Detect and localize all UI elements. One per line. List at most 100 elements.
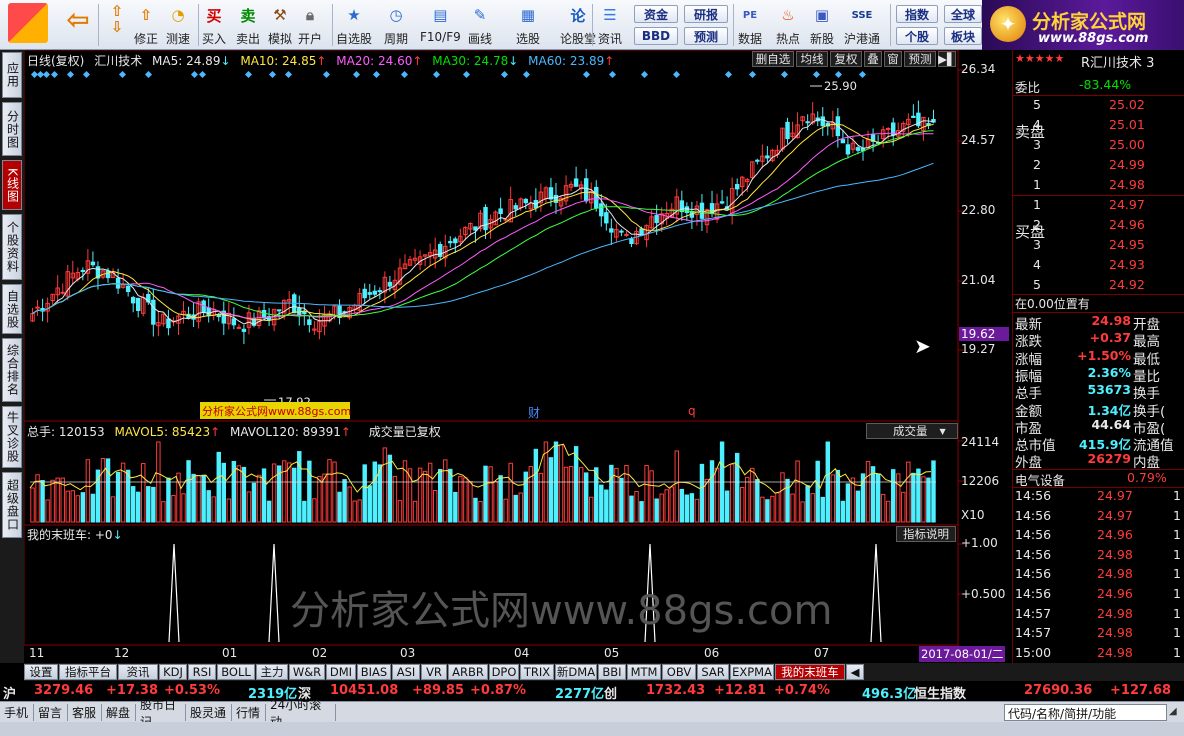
sell-level-row[interactable]: 5 25.02 [1013, 96, 1184, 115]
status-item[interactable]: 手机 [2, 704, 34, 721]
back-button[interactable]: ⇦ [62, 3, 94, 48]
indicator-tab[interactable]: SAR [697, 664, 729, 680]
volume-bar [835, 469, 841, 523]
bbd-button[interactable]: BBD [634, 27, 678, 45]
fund-button[interactable]: 资金 [634, 5, 678, 23]
indicator-tab[interactable]: BOLL [217, 664, 255, 680]
index-button[interactable]: 指数 [896, 5, 938, 23]
indicator-tab[interactable]: MTM [627, 664, 661, 680]
forecast-button[interactable]: 预测 [684, 27, 728, 45]
buy-level-row[interactable]: 1 24.97 [1013, 196, 1184, 215]
tab-orderbook[interactable]: 超级盘口 [2, 472, 22, 538]
toolbar-sell-button[interactable]: 卖卖出 [236, 3, 260, 48]
toolbar-pe-button[interactable]: PE 数据 [738, 3, 762, 48]
ma-button[interactable]: 均线 [796, 51, 828, 67]
indicator-tab[interactable]: RSI [188, 664, 216, 680]
indicator-tab[interactable]: 指标平台 [59, 664, 117, 680]
toolbar-lock-button[interactable]: 🔒︎ 开户 [298, 3, 322, 48]
toolbar-star-button[interactable]: ★ 自选股 [336, 3, 372, 48]
volume-bar [740, 487, 745, 523]
indicator-help-button[interactable]: 指标说明 [896, 526, 956, 542]
tab-scroll-left-icon[interactable]: ◀ [846, 664, 864, 680]
toolbar-buy-button[interactable]: 买买入 [202, 3, 226, 48]
indicator-tab[interactable]: 设置 [24, 664, 58, 680]
toolbar-clock-button[interactable]: ◷ 周期 [384, 3, 408, 48]
sh-index[interactable]: 3279.46 [34, 683, 93, 698]
indicator-tab[interactable]: BIAS [357, 664, 391, 680]
toolbar-news-button[interactable]: ☰ 资讯 [598, 3, 622, 48]
status-item[interactable]: 股市日记 [138, 698, 186, 729]
status-item[interactable]: 客服 [70, 704, 102, 721]
tab-apps[interactable]: 应用 [2, 52, 22, 98]
remove-watchlist-button[interactable]: 删自选 [752, 51, 794, 67]
event-marker-icon [118, 70, 127, 79]
toolbar-pencil-button[interactable]: ✎ 画线 [468, 3, 492, 48]
app-logo-button[interactable] [8, 3, 48, 48]
back-arrow-icon: ⇦ [66, 2, 90, 36]
sector-change: 0.79% [1127, 470, 1167, 485]
price-axis-label: 22.80 [961, 203, 996, 217]
tab-watchlist[interactable]: 自选股 [2, 284, 22, 334]
cy-index[interactable]: 1732.43 [646, 683, 705, 698]
status-item[interactable]: 行情 [234, 704, 266, 721]
code-search-input[interactable]: 代码/名称/简拼/功能 [1004, 704, 1167, 721]
indicator-tab[interactable]: DPO [489, 664, 519, 680]
volume-bar [146, 486, 151, 523]
toolbar-f10-button[interactable]: ▤ F10/F9 [420, 3, 461, 48]
tab-kline[interactable]: K线图 [2, 160, 22, 210]
status-item[interactable]: 股灵通 [188, 704, 232, 721]
kline-chart-area[interactable]: 日线(复权) 汇川技术 MA5: 24.89↓ MA10: 24.85↑ MA2… [24, 50, 1012, 663]
status-item[interactable]: 留言 [36, 704, 68, 721]
overlay-button[interactable]: 叠 [864, 51, 882, 67]
indicator-tab[interactable]: 我的末班车 [775, 664, 845, 680]
toolbar-forum-button[interactable]: 论论股堂 [560, 3, 596, 48]
indicator-tab[interactable]: BBI [598, 664, 626, 680]
volume-bar [931, 460, 936, 523]
hs-index[interactable]: 27690.36 [1024, 683, 1092, 698]
indicator-tab[interactable]: ASI [392, 664, 420, 680]
window-button[interactable]: 窗 [884, 51, 902, 67]
status-item[interactable]: 24小时滚动 [268, 698, 336, 729]
adjust-button[interactable]: 复权 [830, 51, 862, 67]
buy-level-row[interactable]: 5 24.92 [1013, 276, 1184, 295]
scroll-up-button[interactable]: ⇧ ⇩ [104, 2, 130, 48]
collapse-panel-button[interactable]: ▶▌ [938, 51, 956, 67]
indicator-tab[interactable]: TRIX [520, 664, 554, 680]
candle-body [629, 238, 634, 244]
tab-intraday[interactable]: 分时图 [2, 102, 22, 156]
indicator-tab[interactable]: EXPMA [730, 664, 774, 680]
sell-level-row[interactable]: 1 24.98 [1013, 176, 1184, 195]
indicator-tab[interactable]: W&R [289, 664, 325, 680]
stock-button[interactable]: 个股 [896, 27, 938, 45]
toolbar-arrow-up-button[interactable]: ⇧ 修正 [134, 3, 158, 48]
toolbar-sse-hke-button[interactable]: SSE 沪港通 [844, 3, 880, 48]
sector-button[interactable]: 板块 [944, 27, 982, 45]
toolbar-new-stock-button[interactable]: ▣ 新股 [810, 3, 834, 48]
research-button[interactable]: 研报 [684, 5, 728, 23]
status-item[interactable]: 解盘 [104, 704, 136, 721]
toolbar-hammer-button[interactable]: ⚒ 模拟 [268, 3, 292, 48]
tab-ranking[interactable]: 综合排名 [2, 338, 22, 402]
sz-index[interactable]: 10451.08 [330, 683, 398, 698]
sell-level-row[interactable]: 2 24.99 [1013, 156, 1184, 175]
volume-selector[interactable]: 成交量 ▼ [866, 423, 958, 439]
toolbar-screener-button[interactable]: ▦ 选股 [516, 3, 540, 48]
volume-bar [110, 496, 116, 523]
indicator-tab[interactable]: 主力 [256, 664, 288, 680]
scroll-right-icon[interactable]: ◢ [1169, 706, 1177, 717]
forecast-chip-button[interactable]: 预测 [904, 51, 936, 67]
volume-bar [780, 472, 785, 523]
indicator-tab[interactable]: VR [421, 664, 447, 680]
indicator-tab[interactable]: ARBR [448, 664, 488, 680]
toolbar-speed-clock-button[interactable]: ◔ 测速 [166, 3, 190, 48]
indicator-tab[interactable]: DMI [326, 664, 356, 680]
toolbar-fire-button[interactable]: ♨ 热点 [776, 3, 800, 48]
indicator-tab[interactable]: 新DMA [555, 664, 597, 680]
indicator-tab[interactable]: OBV [662, 664, 696, 680]
indicator-tab[interactable]: 资讯 [118, 664, 158, 680]
indicator-tab[interactable]: KDJ [159, 664, 187, 680]
buy-level-row[interactable]: 4 24.93 [1013, 256, 1184, 275]
global-button[interactable]: 全球 [944, 5, 982, 23]
tab-profile[interactable]: 个股资料 [2, 214, 22, 280]
tab-diagnosis[interactable]: 牛叉诊股 [2, 406, 22, 468]
